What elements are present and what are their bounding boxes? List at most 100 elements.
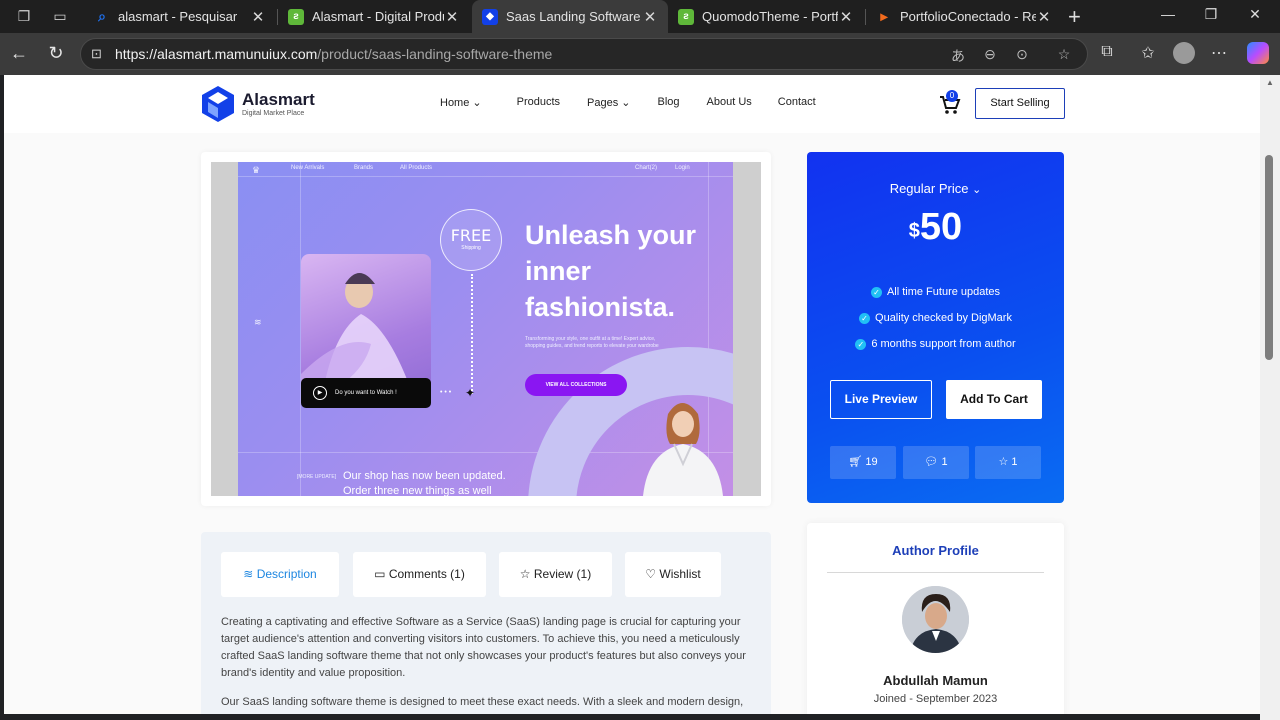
- nav-about[interactable]: About Us: [707, 96, 752, 109]
- price-value: $50: [908, 206, 963, 248]
- feature-list: ✓ All time Future updates ✓ Quality chec…: [807, 279, 1064, 357]
- minimize-icon[interactable]: —: [1158, 6, 1178, 22]
- scroll-up-icon[interactable]: ▲: [1266, 78, 1274, 87]
- comment-icon: 💬︎: [924, 456, 939, 468]
- preview-nav-item: Brands: [354, 165, 374, 171]
- url-text[interactable]: https://alasmart.mamunuiux.com/product/s…: [115, 46, 552, 62]
- product-screenshot[interactable]: ♛ New Arrivals Brands All Products Chart…: [211, 162, 761, 496]
- sparkle-icon: ✦: [465, 386, 476, 400]
- favorites-icon[interactable]: ✩: [1138, 43, 1158, 63]
- live-preview-button[interactable]: Live Preview: [830, 380, 932, 419]
- tab-title: PortfolioConectado - Rep: [900, 9, 1036, 24]
- reload-icon[interactable]: ↻: [45, 42, 67, 64]
- tab-title: Saas Landing Software Th: [506, 9, 642, 24]
- close-tab-icon[interactable]: ✕: [444, 8, 460, 26]
- comments-count[interactable]: 💬︎ 1: [903, 446, 969, 479]
- address-toolbar: ← ↻ ⊡ https://alasmart.mamunuiux.com/pro…: [0, 33, 1280, 75]
- close-tab-icon[interactable]: ✕: [838, 8, 854, 26]
- portfolio-favicon-icon: ▸: [880, 8, 888, 24]
- alasmart-favicon-icon: ƨ: [288, 8, 304, 25]
- search-favicon-icon: ⌕: [98, 8, 106, 24]
- more-tools-icon[interactable]: ⊙: [1013, 46, 1031, 63]
- read-aloud-icon[interactable]: あ: [949, 46, 967, 66]
- quomodo-favicon-icon: ƨ: [678, 8, 694, 25]
- tab-review[interactable]: ☆ Review (1): [499, 552, 612, 597]
- nav-blog[interactable]: Blog: [658, 96, 680, 109]
- preview-nav-item: Chart(2): [635, 165, 658, 171]
- check-badge-icon: ✓: [855, 338, 867, 350]
- close-tab-icon[interactable]: ✕: [250, 8, 266, 26]
- zoom-icon[interactable]: ⊖: [981, 46, 999, 63]
- nav-contact[interactable]: Contact: [778, 96, 816, 109]
- site-info-icon[interactable]: ⊡: [91, 46, 102, 62]
- author-card-title: Author Profile: [892, 543, 979, 558]
- settings-more-icon[interactable]: ⋯: [1209, 43, 1229, 63]
- layers-icon: ≋: [243, 567, 254, 581]
- back-icon[interactable]: ←: [8, 42, 30, 64]
- preview-cta: VIEW ALL COLLECTIONS: [525, 374, 627, 396]
- nav-home[interactable]: Home ⌄: [440, 96, 482, 109]
- favorite-star-icon[interactable]: ☆: [1055, 46, 1073, 63]
- nav-products[interactable]: Products: [517, 96, 560, 109]
- tab-comments[interactable]: ▭ Comments (1): [353, 552, 486, 597]
- sales-count[interactable]: 🛒︎ 19: [830, 446, 896, 479]
- description-paragraph: Creating a captivating and effective Sof…: [221, 616, 746, 679]
- logo-name: Alasmart: [242, 89, 315, 109]
- vertical-tabs-icon[interactable]: ▭: [52, 8, 68, 24]
- author-avatar[interactable]: [902, 586, 969, 653]
- site-logo[interactable]: Alasmart Digital Market Place: [200, 84, 315, 124]
- browser-tab-2[interactable]: ƨ Alasmart - Digital Produc ✕: [278, 0, 470, 33]
- preview-update-tag: [MORE UPDATE]: [297, 474, 337, 480]
- browser-tab-4[interactable]: ƨ QuomodoTheme - Portfo ✕: [668, 0, 864, 33]
- address-bar[interactable]: ⊡ https://alasmart.mamunuiux.com/product…: [80, 38, 1088, 70]
- product-preview-card: ♛ New Arrivals Brands All Products Chart…: [201, 152, 771, 506]
- close-window-icon[interactable]: ✕: [1245, 6, 1265, 23]
- price-type-dropdown[interactable]: Regular Price ⌄: [807, 181, 1064, 196]
- cart-count-badge: 0: [946, 90, 958, 102]
- feature-item: ✓ All time Future updates: [807, 279, 1064, 305]
- copilot-icon[interactable]: [1247, 42, 1269, 64]
- tab-title: alasmart - Pesquisar: [118, 9, 238, 24]
- star-icon: ☆: [998, 456, 1009, 468]
- check-badge-icon: ✓: [859, 312, 871, 324]
- site-header: Alasmart Digital Market Place Home ⌄ Pro…: [4, 75, 1260, 133]
- close-tab-icon[interactable]: ✕: [642, 8, 658, 26]
- nav-pages[interactable]: Pages ⌄: [587, 96, 630, 109]
- add-to-cart-button[interactable]: Add To Cart: [946, 380, 1042, 419]
- preview-update-text: Our shop has now been updated. Order thr…: [343, 470, 506, 496]
- dots-decor: • • •: [440, 389, 452, 396]
- free-shipping-badge: FREE Shipping: [440, 209, 502, 271]
- theme-preview-image: ♛ New Arrivals Brands All Products Chart…: [238, 162, 733, 496]
- preview-nav-item: All Products: [400, 165, 433, 171]
- author-name[interactable]: Abdullah Mamun: [807, 673, 1064, 688]
- author-profile-card: Author Profile Abdullah Mamun Joined - S…: [807, 523, 1064, 714]
- browser-tab-1[interactable]: ⌕ alasmart - Pesquisar ✕: [84, 0, 276, 33]
- saas-favicon-icon: ◆: [482, 8, 498, 25]
- extensions-icon[interactable]: ⧉: [1097, 43, 1117, 61]
- rating-count[interactable]: ☆ 1: [975, 446, 1041, 479]
- browser-tab-3-active[interactable]: ◆ Saas Landing Software Th ✕: [472, 0, 668, 33]
- workspaces-icon[interactable]: ❐: [16, 8, 32, 24]
- feature-item: ✓ Quality checked by DigMark: [807, 305, 1064, 331]
- comment-icon: ▭: [374, 567, 386, 581]
- divider: [827, 572, 1044, 573]
- new-tab-icon[interactable]: +: [1068, 4, 1081, 30]
- browser-tab-strip: ❐ ▭ ⌕ alasmart - Pesquisar ✕ ƨ Alasmart …: [0, 0, 1280, 33]
- tab-wishlist[interactable]: ♡ Wishlist: [625, 552, 721, 597]
- alasmart-logo-icon: [200, 84, 236, 124]
- restore-icon[interactable]: ❐: [1201, 6, 1221, 23]
- page-scrollbar[interactable]: ▲: [1260, 75, 1280, 720]
- start-selling-button[interactable]: Start Selling: [975, 88, 1065, 119]
- browser-tab-5[interactable]: ▸ PortfolioConectado - Rep ✕: [866, 0, 1062, 33]
- tab-title: QuomodoTheme - Portfo: [702, 9, 838, 24]
- logo-tagline: Digital Market Place: [242, 109, 305, 117]
- pricing-card: Regular Price ⌄ $50 ✓ All time Future up…: [807, 152, 1064, 503]
- check-badge-icon: ✓: [870, 286, 882, 298]
- window-bottom-edge: [0, 714, 1260, 720]
- play-icon: ▶: [313, 386, 327, 400]
- profile-avatar[interactable]: [1173, 42, 1195, 64]
- scrollbar-thumb[interactable]: [1265, 155, 1273, 360]
- close-tab-icon[interactable]: ✕: [1036, 8, 1052, 26]
- star-icon: ☆: [519, 567, 531, 581]
- tab-description[interactable]: ≋ Description: [221, 552, 339, 597]
